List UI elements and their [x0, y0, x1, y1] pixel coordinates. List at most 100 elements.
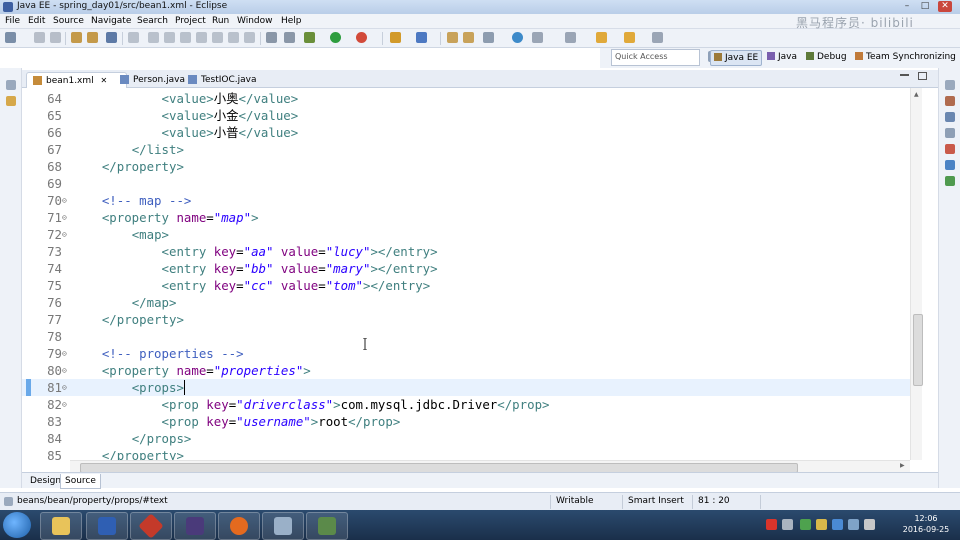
- step-into-icon[interactable]: [212, 32, 223, 43]
- code-line[interactable]: 76 </map>: [22, 294, 912, 311]
- skip-breakpoints-icon[interactable]: [266, 32, 277, 43]
- menu-edit[interactable]: Edit: [28, 16, 45, 26]
- perspective-java[interactable]: Java: [764, 50, 800, 64]
- taskbar-tool[interactable]: [262, 512, 304, 540]
- forward-icon[interactable]: [652, 32, 663, 43]
- annotation-icon[interactable]: [532, 32, 543, 43]
- next-annotation-icon[interactable]: [565, 32, 576, 43]
- perspective-java-ee[interactable]: Java EE: [710, 50, 763, 66]
- tray-s-icon[interactable]: [766, 519, 777, 530]
- tray-arrow-icon[interactable]: [782, 519, 793, 530]
- code-line[interactable]: 70 ⊝ <!-- map -->: [22, 192, 912, 209]
- menu-search[interactable]: Search: [137, 16, 168, 26]
- step-return-icon[interactable]: [244, 32, 255, 43]
- code-line[interactable]: 82 ⊝ <prop key="driverclass">com.mysql.jd…: [22, 396, 912, 413]
- toggle-mark-icon[interactable]: [128, 32, 139, 43]
- code-line[interactable]: 80 ⊝ <property name="properties">: [22, 362, 912, 379]
- tray-monitor-icon[interactable]: [832, 519, 843, 530]
- tray-network-icon[interactable]: [800, 519, 811, 530]
- new-server-icon[interactable]: [390, 32, 401, 43]
- code-line[interactable]: 68 </property>: [22, 158, 912, 175]
- restore-icon[interactable]: [6, 80, 16, 90]
- code-line[interactable]: 84 </props>: [22, 430, 912, 447]
- debug-run-icon[interactable]: [356, 32, 367, 43]
- taskbar-eclipse[interactable]: [174, 512, 216, 540]
- code-line[interactable]: 81 ⊝ <props>: [22, 379, 912, 396]
- vertical-scrollbar[interactable]: ▲: [910, 88, 923, 460]
- tray-input-icon[interactable]: [864, 519, 875, 530]
- fold-toggle-icon[interactable]: ⊝: [62, 362, 67, 379]
- save-all-icon[interactable]: [50, 32, 61, 43]
- task-list-icon[interactable]: [945, 112, 955, 122]
- fold-toggle-icon[interactable]: ⊝: [62, 192, 67, 209]
- taskbar-firefox[interactable]: [218, 512, 260, 540]
- menu-file[interactable]: File: [5, 16, 20, 26]
- problems-icon[interactable]: [945, 144, 955, 154]
- outline-icon[interactable]: [945, 96, 955, 106]
- suspend-icon[interactable]: [164, 32, 175, 43]
- taskbar-word[interactable]: [86, 512, 128, 540]
- quick-access-input[interactable]: Quick Access: [611, 49, 700, 66]
- new-class-icon[interactable]: [416, 32, 427, 43]
- terminate-icon[interactable]: [180, 32, 191, 43]
- start-button-icon[interactable]: [3, 512, 31, 538]
- system-clock[interactable]: 12:06 2016-09-25: [896, 513, 956, 535]
- code-line[interactable]: 69: [22, 175, 912, 192]
- minimize-editor-icon[interactable]: [900, 74, 909, 76]
- menu-window[interactable]: Window: [237, 16, 273, 26]
- code-line[interactable]: 83 <prop key="username">root</prop>: [22, 413, 912, 430]
- search-icon[interactable]: [483, 32, 494, 43]
- menu-help[interactable]: Help: [281, 16, 302, 26]
- tab-bean1-xml[interactable]: bean1.xml ✕: [26, 72, 127, 89]
- fold-toggle-icon[interactable]: ⊝: [62, 226, 67, 243]
- code-line[interactable]: 79 ⊝ <!-- properties -->: [22, 345, 912, 362]
- maximize-button[interactable]: □: [918, 1, 932, 12]
- console-icon[interactable]: [945, 160, 955, 170]
- close-window-button[interactable]: ✕: [938, 1, 952, 12]
- disconnect-icon[interactable]: [196, 32, 207, 43]
- taskbar-explorer[interactable]: [40, 512, 82, 540]
- open-task-icon[interactable]: [463, 32, 474, 43]
- perspective-debug[interactable]: Debug: [803, 50, 850, 64]
- fold-toggle-icon[interactable]: ⊝: [62, 379, 67, 396]
- menu-navigate[interactable]: Navigate: [91, 16, 131, 26]
- code-line[interactable]: 74 <entry key="bb" value="mary"></entry>: [22, 260, 912, 277]
- close-tab-icon[interactable]: ✕: [101, 76, 108, 85]
- tray-volume-icon[interactable]: [848, 519, 859, 530]
- taskbar-app[interactable]: [130, 512, 172, 540]
- code-line[interactable]: 77 </property>: [22, 311, 912, 328]
- tab-testioc-java[interactable]: TestIOC.java: [182, 72, 291, 88]
- code-line[interactable]: 78: [22, 328, 912, 345]
- back-icon[interactable]: [624, 32, 635, 43]
- build-icon[interactable]: [87, 32, 98, 43]
- new-icon[interactable]: [5, 32, 16, 43]
- last-edit-icon[interactable]: [596, 32, 607, 43]
- save-icon[interactable]: [34, 32, 45, 43]
- resume-icon[interactable]: [148, 32, 159, 43]
- tray-flag-icon[interactable]: [816, 519, 827, 530]
- run-icon[interactable]: [330, 32, 341, 43]
- vertical-scroll-thumb[interactable]: [913, 314, 923, 386]
- maximize-editor-icon[interactable]: [918, 72, 927, 80]
- code-line[interactable]: 72 ⊝ <map>: [22, 226, 912, 243]
- fold-toggle-icon[interactable]: ⊝: [62, 345, 67, 362]
- code-line[interactable]: 64 <value>小奥</value>: [22, 90, 912, 107]
- step-over-icon[interactable]: [228, 32, 239, 43]
- servers-icon[interactable]: [945, 176, 955, 186]
- xml-source-editor[interactable]: 64 <value>小奥</value> 65 <value>小金</value>…: [22, 88, 938, 463]
- code-line[interactable]: 67 </list>: [22, 141, 912, 158]
- horizontal-scrollbar[interactable]: ▶: [70, 460, 910, 473]
- fold-toggle-icon[interactable]: ⊝: [62, 209, 67, 226]
- code-line[interactable]: 65 <value>小金</value>: [22, 107, 912, 124]
- menu-source[interactable]: Source: [53, 16, 84, 26]
- fold-toggle-icon[interactable]: ⊝: [62, 396, 67, 413]
- taskbar-window[interactable]: [306, 512, 348, 540]
- code-line[interactable]: 75 <entry key="cc" value="tom"></entry>: [22, 277, 912, 294]
- server-icon[interactable]: [284, 32, 295, 43]
- menu-project[interactable]: Project: [175, 16, 206, 26]
- minimize-button[interactable]: –: [900, 1, 914, 12]
- markers-icon[interactable]: [945, 128, 955, 138]
- tab-source[interactable]: Source: [60, 474, 101, 489]
- restore-right-icon[interactable]: [945, 80, 955, 90]
- web-browser-icon[interactable]: [512, 32, 523, 43]
